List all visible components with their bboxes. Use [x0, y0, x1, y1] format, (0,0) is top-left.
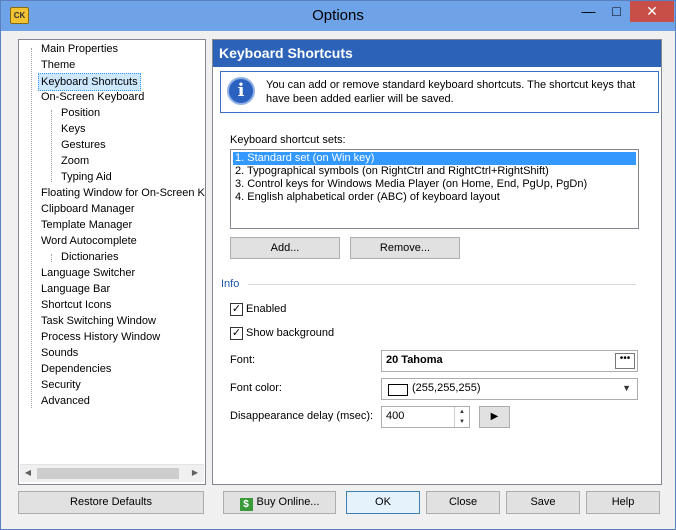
tree-item-on-screen-keyboard[interactable]: On-Screen Keyboard: [41, 89, 144, 105]
font-label: Font:: [230, 354, 256, 366]
list-item[interactable]: 2. Typographical symbols (on RightCtrl a…: [233, 165, 636, 178]
list-item[interactable]: 4. English alphabetical order (ABC) of k…: [233, 191, 636, 204]
ok-button[interactable]: OK: [346, 491, 420, 514]
font-browse-button[interactable]: •••: [615, 353, 635, 369]
delay-value: 400: [386, 410, 405, 422]
tree-item-template-manager[interactable]: Template Manager: [41, 217, 132, 233]
close-window-button[interactable]: ✕: [630, 1, 674, 22]
tree-line: [51, 110, 52, 182]
tree-item-shortcut-icons[interactable]: Shortcut Icons: [41, 297, 111, 313]
tree-item-process-history-window[interactable]: Process History Window: [41, 329, 160, 345]
tree-horizontal-scrollbar[interactable]: ◀ ▶: [20, 464, 204, 482]
help-button[interactable]: Help: [586, 491, 660, 514]
restore-defaults-button[interactable]: Restore Defaults: [18, 491, 204, 514]
scroll-left-icon[interactable]: ◀: [23, 468, 33, 477]
minimize-button[interactable]: —: [575, 1, 602, 22]
tree-item-security[interactable]: Security: [41, 377, 81, 393]
tree-item-keys[interactable]: Keys: [61, 121, 85, 137]
save-button[interactable]: Save: [506, 491, 580, 514]
tree-item-floating-window[interactable]: Floating Window for On-Screen Keyboard: [41, 185, 205, 201]
tree-item-typing-aid[interactable]: Typing Aid: [61, 169, 112, 185]
font-color-dropdown[interactable]: (255,255,255) ▼: [381, 378, 638, 400]
tree-item-sounds[interactable]: Sounds: [41, 345, 78, 361]
tree-item-language-switcher[interactable]: Language Switcher: [41, 265, 135, 281]
info-text: You can add or remove standard keyboard …: [266, 79, 636, 105]
tree-item-main-properties[interactable]: Main Properties: [41, 41, 118, 57]
tree-item-dependencies[interactable]: Dependencies: [41, 361, 111, 377]
info-icon: i: [227, 77, 255, 105]
panel-header: Keyboard Shortcuts: [213, 40, 661, 67]
title-bar[interactable]: CK Options — □ ✕: [1, 1, 675, 31]
delay-spinner[interactable]: ▲ ▼: [454, 407, 469, 427]
maximize-button[interactable]: □: [603, 1, 630, 22]
options-window: CK Options — □ ✕ Main Properties Theme K…: [0, 0, 676, 530]
window-title: Options: [312, 7, 364, 24]
add-button[interactable]: Add...: [230, 237, 340, 259]
settings-panel: Keyboard Shortcuts i You can add or remo…: [212, 39, 662, 485]
tree-item-position[interactable]: Position: [61, 105, 100, 121]
sets-label: Keyboard shortcut sets:: [230, 134, 346, 146]
tree-item-theme[interactable]: Theme: [41, 57, 75, 73]
color-swatch: [388, 384, 408, 396]
dollar-icon: $: [239, 498, 253, 511]
tree-item-gestures[interactable]: Gestures: [61, 137, 106, 153]
enabled-checkbox[interactable]: ✓: [230, 303, 243, 316]
font-color-value: (255,255,255): [412, 382, 481, 394]
spin-down-icon[interactable]: ▼: [455, 417, 469, 427]
tree-item-clipboard-manager[interactable]: Clipboard Manager: [41, 201, 135, 217]
tree-item-advanced[interactable]: Advanced: [41, 393, 90, 409]
tree-item-language-bar[interactable]: Language Bar: [41, 281, 110, 297]
scroll-right-icon[interactable]: ▶: [190, 468, 200, 477]
tree-item-word-autocomplete[interactable]: Word Autocomplete: [41, 233, 137, 249]
show-background-checkbox[interactable]: ✓: [230, 327, 243, 340]
tree-line: [31, 48, 32, 408]
info-group-title: Info: [221, 278, 240, 290]
font-field[interactable]: 20 Tahoma •••: [381, 350, 638, 372]
spin-up-icon[interactable]: ▲: [455, 407, 469, 417]
list-item[interactable]: 1. Standard set (on Win key): [233, 152, 636, 165]
tree-item-task-switching-window[interactable]: Task Switching Window: [41, 313, 156, 329]
tree-line: [51, 254, 52, 262]
shortcut-sets-list[interactable]: 1. Standard set (on Win key) 2. Typograp…: [230, 149, 639, 229]
show-background-label: Show background: [246, 327, 335, 339]
play-button[interactable]: ▶: [479, 406, 510, 428]
buy-online-button[interactable]: $ Buy Online...: [223, 491, 336, 514]
options-tree: Main Properties Theme Keyboard Shortcuts…: [18, 39, 206, 485]
tree-item-zoom[interactable]: Zoom: [61, 153, 89, 169]
tree-item-dictionaries[interactable]: Dictionaries: [61, 249, 118, 265]
info-box: i You can add or remove standard keyboar…: [220, 71, 659, 113]
chevron-down-icon[interactable]: ▼: [622, 383, 631, 393]
font-color-label: Font color:: [230, 382, 282, 394]
close-button[interactable]: Close: [426, 491, 500, 514]
enabled-label: Enabled: [246, 303, 287, 315]
list-item[interactable]: 3. Control keys for Windows Media Player…: [233, 178, 636, 191]
remove-button[interactable]: Remove...: [350, 237, 460, 259]
group-divider: [248, 284, 636, 285]
delay-input[interactable]: 400 ▲ ▼: [381, 406, 470, 428]
font-value: 20 Tahoma: [386, 354, 443, 366]
buy-online-label: Buy Online...: [256, 496, 320, 508]
delay-label: Disappearance delay (msec):: [230, 410, 374, 422]
scroll-thumb[interactable]: [37, 468, 179, 479]
